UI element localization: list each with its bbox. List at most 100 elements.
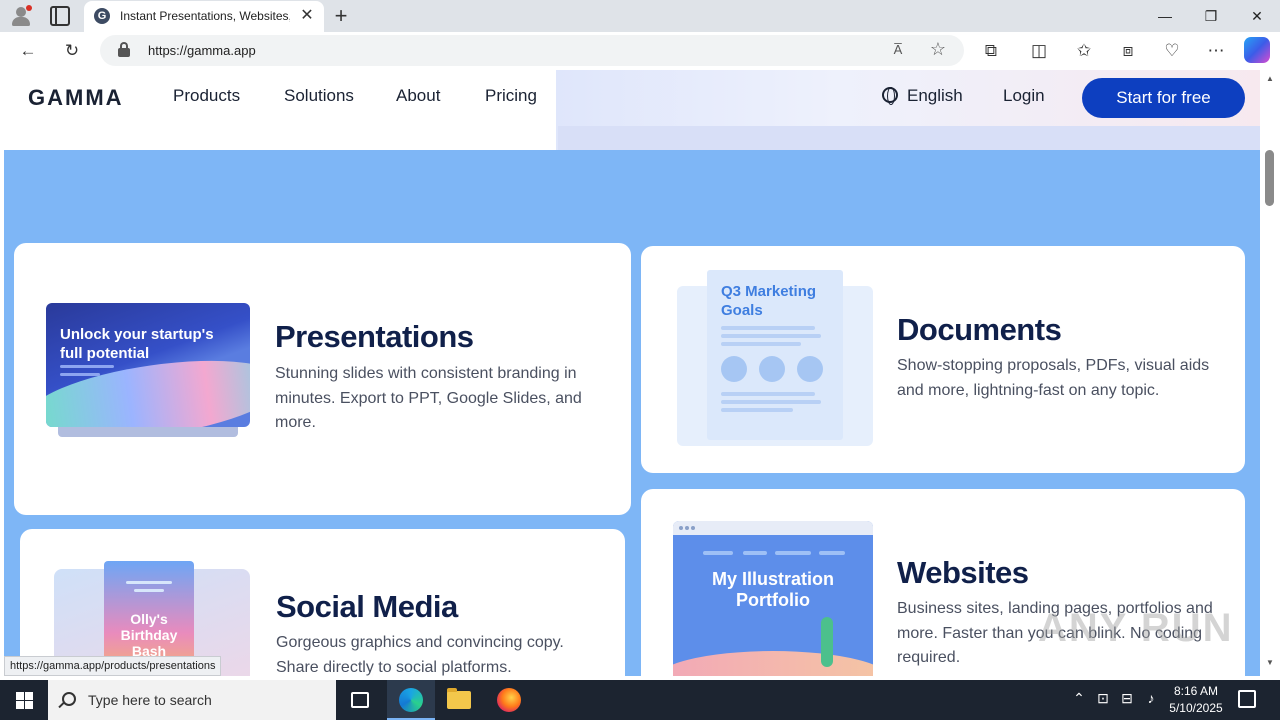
windows-start-button[interactable] xyxy=(0,680,48,720)
tab-actions-icon[interactable] xyxy=(50,6,70,26)
edge-icon xyxy=(399,688,423,712)
card-title: Presentations xyxy=(275,319,474,354)
back-arrow-icon[interactable]: ← xyxy=(14,38,42,64)
taskbar-search-box[interactable]: Type here to search xyxy=(48,680,336,720)
thumbnail-headline: Unlock your startup's full potential xyxy=(60,326,214,362)
profile-icon[interactable] xyxy=(10,5,32,27)
social-media-card[interactable]: Olly's Birthday Bash Social Media Gorgeo… xyxy=(20,529,625,676)
show-hidden-icons-chevron-icon[interactable]: ⌃ xyxy=(1070,690,1088,707)
nav-solutions[interactable]: Solutions xyxy=(284,86,354,106)
favorite-star-icon[interactable]: ☆ xyxy=(926,37,950,61)
tab-close-icon[interactable]: ✕ xyxy=(298,6,316,26)
dune-graphic xyxy=(673,651,873,676)
page-scrollbar[interactable]: ▲ ▼ xyxy=(1260,70,1280,676)
text-placeholder-line xyxy=(721,342,801,346)
search-icon xyxy=(62,692,76,706)
text-placeholder-line xyxy=(721,334,821,338)
search-placeholder: Type here to search xyxy=(88,692,212,708)
pie-chart-icon xyxy=(721,356,747,382)
gamma-logo[interactable]: GAMMA xyxy=(28,85,124,111)
card-title: Social Media xyxy=(276,589,458,624)
card-description: Show-stopping proposals, PDFs, visual ai… xyxy=(897,357,1210,399)
text-placeholder-line xyxy=(134,589,164,592)
browser-tab-strip: G Instant Presentations, Websites, & ✕ +… xyxy=(0,0,1280,32)
window-dot-icon xyxy=(679,526,683,530)
notifications-icon[interactable] xyxy=(1238,690,1256,708)
firefox-taskbar-app[interactable] xyxy=(485,680,533,720)
login-link[interactable]: Login xyxy=(1003,86,1045,106)
more-options-icon[interactable]: ⋯ xyxy=(1202,38,1230,64)
thumbnail-headline: My Illustration Portfolio xyxy=(711,569,834,610)
text-placeholder-line xyxy=(721,408,793,412)
active-tab[interactable]: G Instant Presentations, Websites, & ✕ xyxy=(84,1,324,32)
card-description: Gorgeous graphics and convincing copy. S… xyxy=(276,634,564,676)
read-aloud-icon[interactable]: A̅ xyxy=(886,38,910,62)
restore-button[interactable]: ❐ xyxy=(1188,2,1234,30)
device-icon[interactable]: ⊡ xyxy=(1094,690,1112,707)
task-view-button[interactable] xyxy=(336,680,384,720)
refresh-icon[interactable]: ↻ xyxy=(58,38,86,64)
website-thumbnail: My Illustration Portfolio xyxy=(673,521,873,676)
clock-time: 8:16 AM xyxy=(1173,684,1219,698)
language-selector[interactable]: English xyxy=(907,86,963,106)
minimize-button[interactable]: — xyxy=(1142,2,1188,30)
text-placeholder-line xyxy=(721,400,821,404)
address-bar[interactable]: https://gamma.app A̅ ☆ xyxy=(100,35,964,66)
document-thumbnail: Q3 Marketing Goals xyxy=(707,270,843,440)
pie-chart-icon xyxy=(797,356,823,382)
extensions-icon[interactable]: ⧉ xyxy=(977,38,1005,64)
nav-placeholder-line xyxy=(775,551,811,555)
split-screen-icon[interactable]: ◫ xyxy=(1025,38,1053,64)
folder-icon xyxy=(447,688,471,709)
pie-chart-icon xyxy=(759,356,785,382)
start-for-free-button[interactable]: Start for free xyxy=(1082,78,1245,118)
clock-date: 5/10/2025 xyxy=(1169,701,1223,715)
text-placeholder-line xyxy=(60,365,114,368)
card-description: Stunning slides with consistent branding… xyxy=(275,365,582,431)
globe-icon[interactable] xyxy=(882,87,898,105)
watermark: ANY RUN xyxy=(1038,606,1234,650)
text-placeholder-line xyxy=(126,581,172,584)
window-dot-icon xyxy=(685,526,689,530)
nav-pricing[interactable]: Pricing xyxy=(485,86,537,106)
tab-title: Instant Presentations, Websites, & xyxy=(120,9,290,23)
firefox-icon xyxy=(497,688,521,712)
close-window-button[interactable]: ✕ xyxy=(1234,2,1280,30)
gamma-favicon-icon: G xyxy=(94,8,110,24)
web-page: GAMMA Products Solutions About Pricing E… xyxy=(4,70,1260,676)
nav-placeholder-line xyxy=(819,551,845,555)
browser-essentials-icon[interactable]: ♡ xyxy=(1158,38,1186,64)
browser-frame-bar xyxy=(673,521,873,535)
scroll-up-arrow-icon[interactable]: ▲ xyxy=(1260,74,1280,84)
site-header: GAMMA Products Solutions About Pricing E… xyxy=(4,70,1260,150)
lock-icon[interactable] xyxy=(118,42,130,57)
text-placeholder-line xyxy=(721,392,815,396)
nav-about[interactable]: About xyxy=(396,86,440,106)
scroll-thumb[interactable] xyxy=(1265,150,1274,206)
volume-icon[interactable]: ♪ xyxy=(1142,690,1160,706)
favorites-icon[interactable]: ✩ xyxy=(1070,38,1098,64)
card-title: Documents xyxy=(897,312,1062,347)
nav-placeholder-line xyxy=(703,551,733,555)
documents-card[interactable]: Q3 Marketing Goals Documents Show-stoppi… xyxy=(641,246,1245,473)
browser-toolbar: ← ↻ https://gamma.app A̅ ☆ ⧉ ◫ ✩ ⧈ ♡ ⋯ xyxy=(0,32,1280,70)
taskbar-clock[interactable]: 8:16 AM 5/10/2025 xyxy=(1164,683,1228,717)
edge-taskbar-app[interactable] xyxy=(387,680,435,720)
file-explorer-taskbar-app[interactable] xyxy=(435,680,483,720)
nav-placeholder-line xyxy=(743,551,767,555)
status-bar-url: https://gamma.app/products/presentations xyxy=(4,656,222,676)
thumbnail-headline: Q3 Marketing Goals xyxy=(721,283,817,319)
presentation-thumbnail: Unlock your startup's full potential xyxy=(46,303,250,427)
hero-image-strip xyxy=(558,126,1260,150)
collections-icon[interactable]: ⧈ xyxy=(1114,38,1142,64)
url-text[interactable]: https://gamma.app xyxy=(148,43,256,58)
text-placeholder-line xyxy=(721,326,815,330)
nav-products[interactable]: Products xyxy=(173,86,240,106)
copilot-icon[interactable] xyxy=(1244,37,1270,63)
window-dot-icon xyxy=(691,526,695,530)
windows-taskbar: Type here to search ⌃ ⊡ ⊟ ♪ 8:16 AM 5/10… xyxy=(0,680,1280,720)
presentations-card[interactable]: Unlock your startup's full potential Pre… xyxy=(14,243,631,515)
new-tab-button[interactable]: + xyxy=(330,4,352,28)
scroll-down-arrow-icon[interactable]: ▼ xyxy=(1260,658,1280,670)
network-icon[interactable]: ⊟ xyxy=(1118,690,1136,707)
